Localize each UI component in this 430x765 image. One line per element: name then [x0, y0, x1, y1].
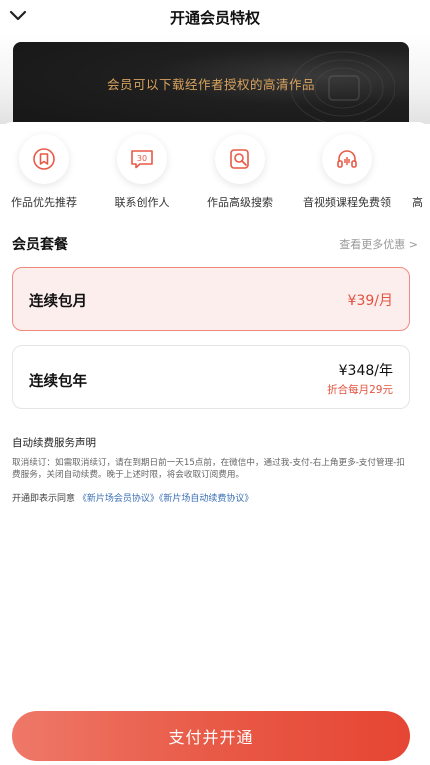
bookmark-icon — [33, 148, 55, 170]
plan-monthly[interactable]: 连续包月 ¥39/月 — [12, 267, 410, 331]
svg-text:30: 30 — [137, 154, 147, 163]
plan-price: ¥39/月 — [347, 293, 393, 309]
agreement-prefix: 开通即表示同意 — [12, 494, 76, 504]
privilege-item-courses[interactable]: 音视频课程免费领 — [292, 134, 402, 210]
plan-monthly-equivalent: 折合每月29元 — [327, 384, 393, 396]
auto-renew-notice-body: 取消续订：如需取消续订，请在到期日前一天15点前，在微信中，通过我-支付-右上角… — [12, 458, 405, 480]
privilege-label: 作品优先推荐 — [11, 196, 77, 209]
privilege-label: 高 — [412, 196, 423, 209]
privilege-icon-circle — [19, 134, 69, 184]
headphones-icon — [337, 150, 357, 168]
agreement-line: 开通即表示同意 《新片场会员协议》《新片场自动续费协议》 — [12, 491, 253, 504]
privilege-item-search[interactable]: 作品高级搜索 — [185, 134, 295, 210]
plans-title: 会员套餐 — [12, 237, 68, 253]
more-offers-link[interactable]: 查看更多优惠 > — [339, 236, 418, 252]
hero-text: 会员可以下载经作者授权的高清作品 — [106, 77, 315, 92]
privilege-icon-circle — [322, 134, 372, 184]
hero-card: 会员可以下载经作者授权的高清作品 — [13, 42, 409, 128]
privilege-item-contact[interactable]: 30 联系创作人 — [87, 134, 197, 210]
auto-renew-agreement-link[interactable]: 《新片场自动续费协议》 — [159, 494, 254, 504]
privilege-label: 音视频课程免费领 — [303, 196, 391, 209]
auto-renew-notice-title: 自动续费服务声明 — [12, 437, 96, 449]
plan-price: ¥348/年 — [338, 363, 393, 379]
privilege-icon-circle: 30 — [117, 134, 167, 184]
pay-and-activate-button[interactable]: 支付并开通 — [12, 711, 410, 761]
top-bar: 开通会员特权 — [0, 0, 430, 34]
privilege-item-partial[interactable]: 高 — [412, 134, 430, 210]
hero-section: 会员可以下载经作者授权的高清作品 — [0, 34, 430, 128]
chat-30-icon: 30 — [131, 150, 153, 169]
privilege-icon-circle — [215, 134, 265, 184]
page-title: 开通会员特权 — [169, 9, 260, 27]
privileges-row: 作品优先推荐 30 联系创作人 作品高级搜索 音视频课程免费领 高 — [0, 134, 430, 214]
plan-yearly[interactable]: 连续包年 ¥348/年 折合每月29元 — [12, 345, 410, 409]
search-doc-icon — [230, 149, 249, 169]
member-agreement-link[interactable]: 《新片场会员协议》 — [78, 494, 159, 504]
plan-name: 连续包月 — [29, 294, 87, 310]
privilege-label: 联系创作人 — [114, 196, 170, 209]
plan-name: 连续包年 — [29, 374, 87, 390]
privilege-item-recommend[interactable]: 作品优先推荐 — [0, 134, 99, 210]
content-sheet: 作品优先推荐 30 联系创作人 作品高级搜索 音视频课程免费领 高 会员套餐 查… — [0, 122, 430, 765]
privilege-label: 作品高级搜索 — [207, 196, 273, 209]
plans-header: 会员套餐 查看更多优惠 > — [12, 234, 418, 254]
